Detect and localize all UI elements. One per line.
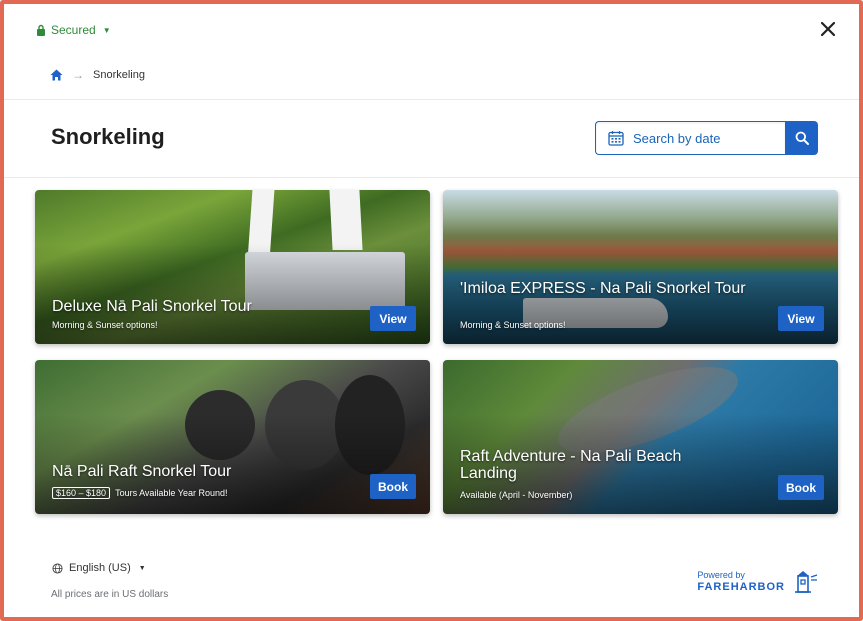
view-button[interactable]: View — [778, 306, 824, 331]
secured-dropdown[interactable]: Secured ▼ — [36, 23, 111, 37]
breadcrumb-current: Snorkeling — [93, 69, 145, 81]
language-label: English (US) — [69, 562, 131, 574]
card-subtitle: Morning & Sunset options! — [52, 320, 158, 330]
search-icon — [795, 131, 809, 145]
card-title: Raft Adventure - Na Pali Beach Landing — [460, 448, 682, 482]
chevron-down-icon: ▼ — [102, 25, 111, 35]
search-by-date-input[interactable]: Search by date — [595, 121, 785, 155]
book-button[interactable]: Book — [778, 475, 824, 500]
page-title: Snorkeling — [51, 124, 165, 149]
card-subtitle-text: Morning & Sunset options! — [52, 320, 158, 330]
tour-card-deluxe-napali[interactable]: Deluxe Nā Pali Snorkel Tour Morning & Su… — [35, 190, 430, 344]
lighthouse-icon — [795, 571, 818, 593]
arrow-right-icon: → — [72, 68, 84, 82]
top-bar: Secured ▼ → Snorkeling — [4, 4, 859, 100]
lock-icon — [37, 24, 45, 36]
tour-card-raft-adventure[interactable]: Raft Adventure - Na Pali Beach Landing A… — [443, 360, 838, 514]
book-button[interactable]: Book — [370, 474, 416, 499]
secured-label: Secured — [51, 23, 96, 37]
search-button[interactable] — [785, 121, 818, 155]
card-subtitle: Available (April - November) — [460, 490, 572, 500]
page-header: Snorkeling Search by date — [4, 100, 859, 178]
card-subtitle: $160 – $180 Tours Available Year Round! — [52, 487, 227, 499]
view-button[interactable]: View — [370, 306, 416, 331]
booking-window: Secured ▼ → Snorkeling Snorkeling Search… — [0, 0, 863, 621]
card-subtitle-text: Tours Available Year Round! — [115, 488, 228, 498]
powered-by-text: Powered by FAREHARBOR — [697, 571, 785, 593]
card-title: 'Imiloa EXPRESS - Na Pali Snorkel Tour — [460, 280, 746, 297]
calendar-icon — [608, 131, 624, 146]
date-search: Search by date — [595, 121, 818, 155]
close-icon[interactable] — [817, 18, 839, 40]
language-selector[interactable]: English (US) ▼ — [52, 562, 146, 574]
card-subtitle-text: Morning & Sunset options! — [460, 320, 566, 330]
card-subtitle-text: Available (April - November) — [460, 490, 573, 500]
fareharbor-brand: FAREHARBOR — [697, 581, 785, 593]
home-icon[interactable] — [50, 69, 63, 81]
breadcrumb: → Snorkeling — [50, 68, 145, 82]
chevron-down-icon: ▼ — [138, 564, 146, 572]
tour-card-napali-raft[interactable]: Nā Pali Raft Snorkel Tour $160 – $180 To… — [35, 360, 430, 514]
card-title: Nā Pali Raft Snorkel Tour — [52, 463, 232, 480]
price-range: $160 – $180 — [52, 487, 111, 499]
card-subtitle: Morning & Sunset options! — [460, 320, 566, 330]
powered-by-fareharbor[interactable]: Powered by FAREHARBOR — [697, 570, 819, 594]
tour-card-imiloa-express[interactable]: 'Imiloa EXPRESS - Na Pali Snorkel Tour M… — [443, 190, 838, 344]
globe-icon — [52, 562, 63, 574]
card-title: Deluxe Nā Pali Snorkel Tour — [52, 298, 252, 315]
prices-note: All prices are in US dollars — [51, 589, 169, 600]
powered-by-label: Powered by — [697, 570, 745, 580]
search-placeholder: Search by date — [633, 130, 721, 146]
